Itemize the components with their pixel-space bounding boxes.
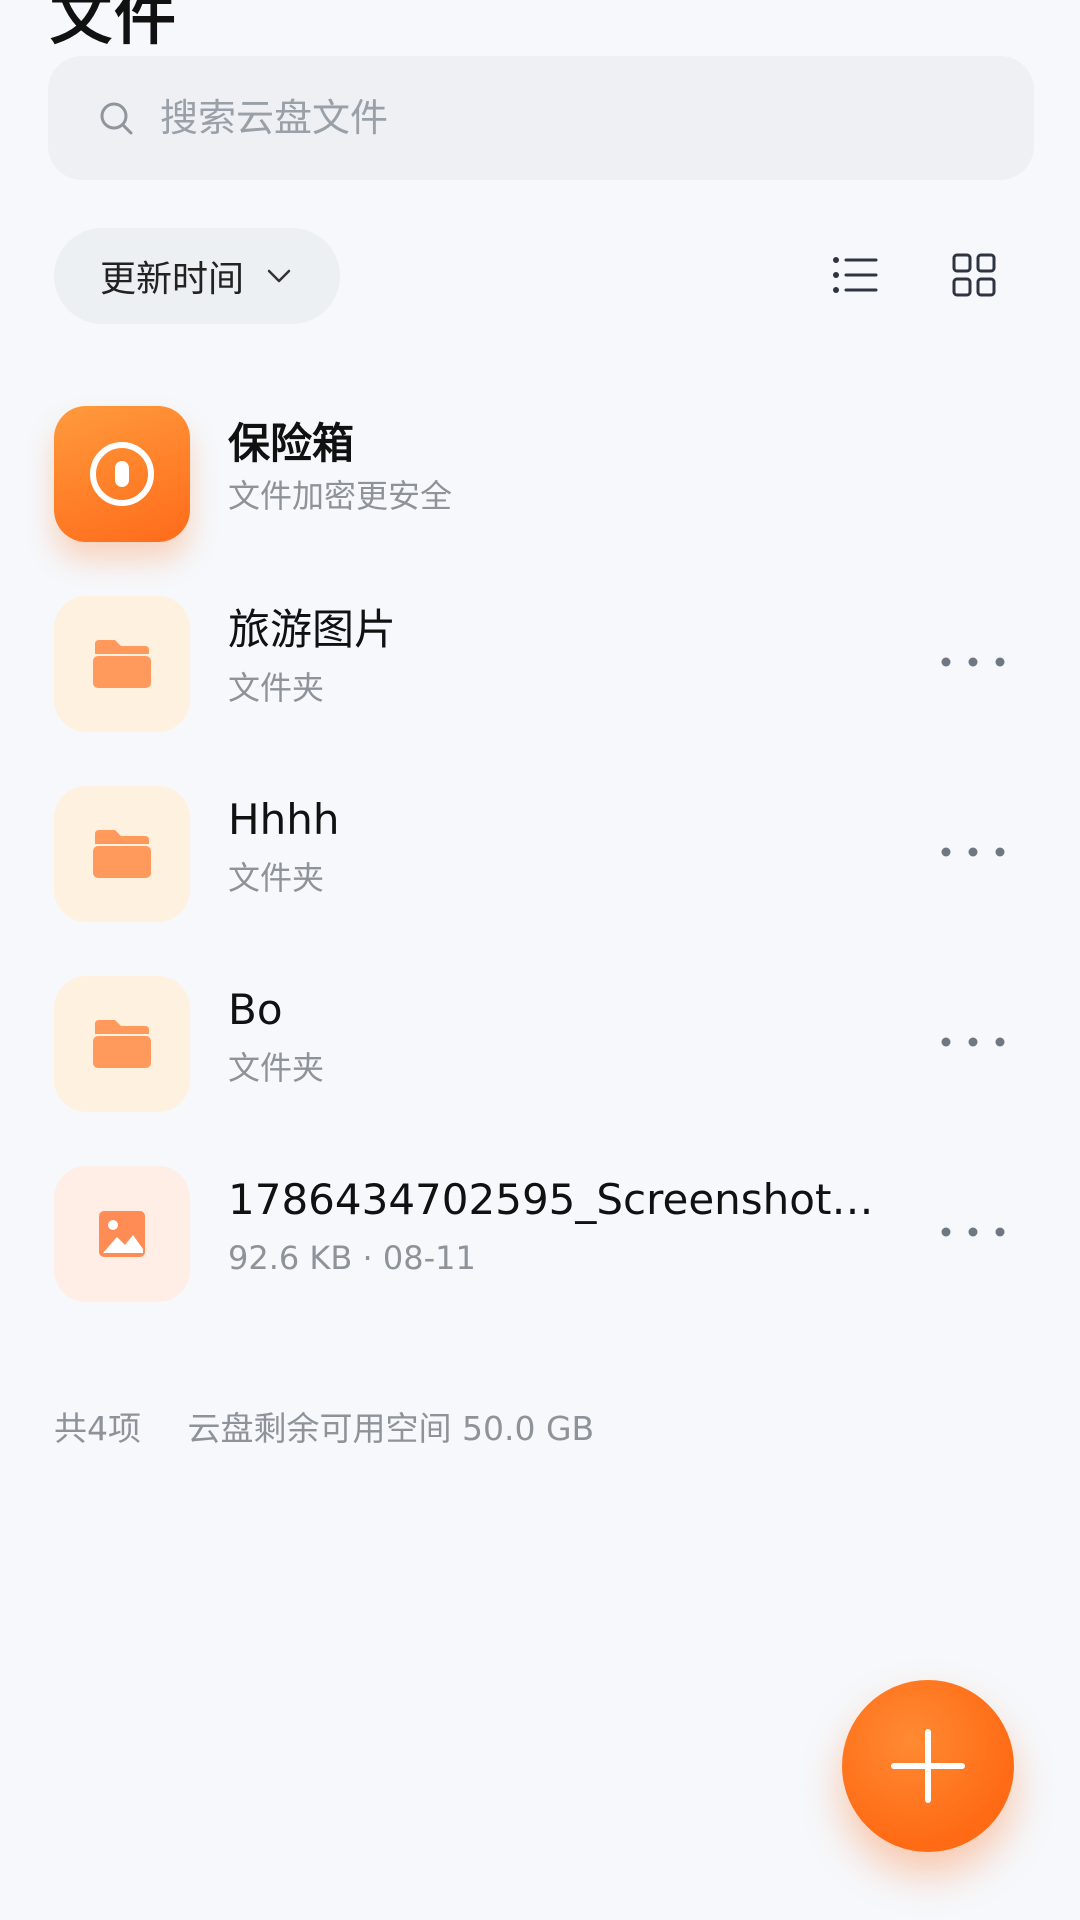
more-options-icon[interactable]	[938, 642, 1008, 682]
list-item[interactable]: 1786434702595_Screenshot_2... 92.6 KB · …	[0, 1160, 1080, 1350]
storage-summary: 共4项 云盘剩余可用空间 50.0 GB	[54, 1402, 594, 1450]
grid-view-icon[interactable]	[951, 252, 997, 298]
vault-lock-icon	[90, 442, 154, 506]
list-item[interactable]: 保险箱 文件加密更安全	[0, 400, 1080, 590]
item-text: 旅游图片 文件夹	[228, 600, 888, 710]
item-subtitle: 文件夹	[228, 669, 325, 707]
plus-icon	[891, 1729, 965, 1803]
search-icon	[100, 102, 133, 135]
item-count: 共4项	[54, 1409, 141, 1448]
sort-label: 更新时间	[99, 259, 244, 300]
folder-icon	[93, 830, 151, 878]
item-name: 保险箱	[228, 419, 355, 468]
item-text: Bo 文件夹	[228, 980, 888, 1090]
chevron-down-icon	[267, 269, 291, 283]
item-name: 1786434702595_Screenshot_2...	[228, 1175, 888, 1224]
page-title: 文件	[50, 0, 179, 53]
available-space: 云盘剩余可用空间 50.0 GB	[187, 1409, 595, 1448]
search-input[interactable]	[158, 95, 962, 141]
more-options-icon[interactable]	[938, 1212, 1008, 1252]
item-text: 1786434702595_Screenshot_2... 92.6 KB · …	[228, 1170, 888, 1280]
item-subtitle: 文件夹	[228, 1049, 325, 1087]
list-item[interactable]: 旅游图片 文件夹	[0, 590, 1080, 780]
more-options-icon[interactable]	[938, 832, 1008, 872]
item-subtitle: 文件夹	[228, 859, 325, 897]
item-name: 旅游图片	[228, 605, 397, 654]
image-thumbnail	[54, 1166, 190, 1302]
file-page: 文件 更新时间	[0, 0, 1080, 1920]
item-subtitle: 92.6 KB · 08-11	[228, 1239, 476, 1277]
item-text: 保险箱 文件加密更安全	[228, 414, 888, 518]
add-button[interactable]	[842, 1680, 1014, 1852]
folder-thumbnail	[54, 976, 190, 1112]
sort-dropdown[interactable]: 更新时间	[54, 228, 340, 324]
vault-thumbnail	[54, 406, 190, 542]
item-subtitle: 文件加密更安全	[228, 477, 453, 515]
search-bar[interactable]	[48, 56, 1034, 180]
item-name: Hhhh	[228, 795, 340, 844]
item-text: Hhhh 文件夹	[228, 790, 888, 900]
folder-thumbnail	[54, 596, 190, 732]
list-item[interactable]: Bo 文件夹	[0, 970, 1080, 1160]
file-list: 保险箱 文件加密更安全 旅游图片 文件夹 Hhhh 文件夹 Bo 文件夹 178…	[0, 400, 1080, 1350]
item-name: Bo	[228, 985, 283, 1034]
folder-icon	[93, 1020, 151, 1068]
folder-icon	[93, 640, 151, 688]
list-item[interactable]: Hhhh 文件夹	[0, 780, 1080, 970]
more-options-icon[interactable]	[938, 1022, 1008, 1062]
image-icon	[99, 1211, 145, 1257]
list-view-icon[interactable]	[832, 252, 878, 298]
folder-thumbnail	[54, 786, 190, 922]
